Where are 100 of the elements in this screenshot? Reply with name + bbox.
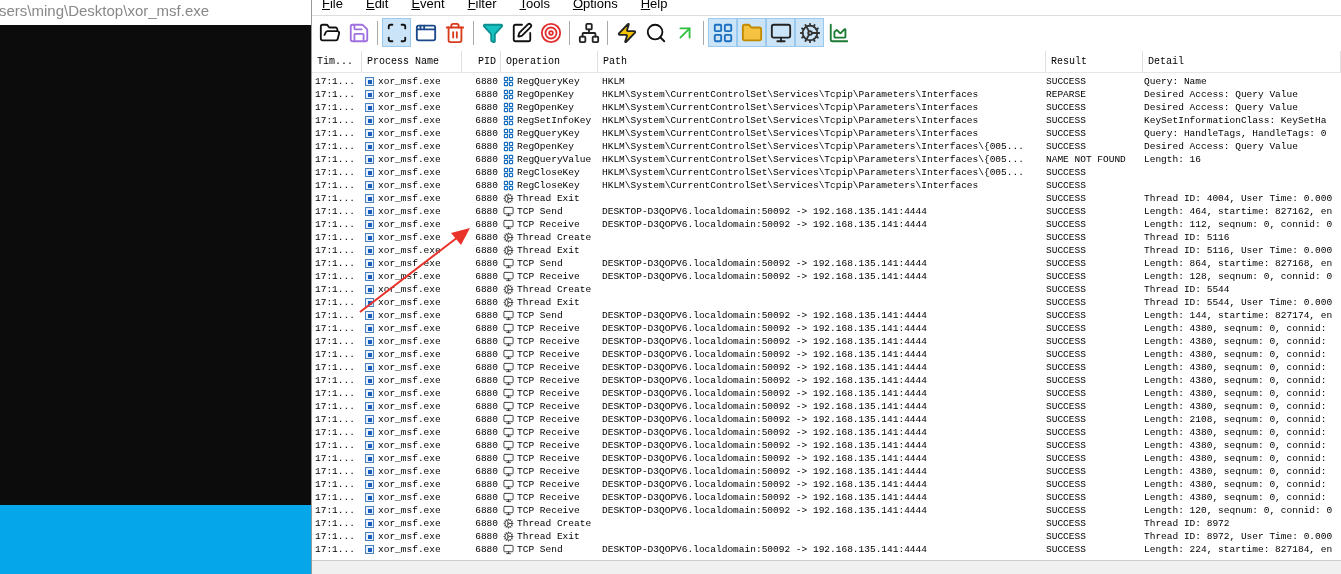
monitor-icon	[503, 414, 514, 425]
time-cell-text: 17:1...	[314, 426, 356, 439]
column-header[interactable]: Result	[1046, 51, 1143, 72]
result-cell: SUCCESS	[1046, 375, 1086, 386]
process-name-cell: xor_msf.exe	[378, 244, 441, 257]
process-name-cell: xor_msf.exe	[378, 413, 441, 426]
operation-cell: Thread Exit	[517, 530, 580, 543]
operation-cell: TCP Receive	[517, 465, 580, 478]
result-cell: SUCCESS	[1046, 453, 1086, 464]
pid-cell-text: 6880	[474, 478, 499, 491]
registry-icon	[503, 89, 514, 100]
operation-cell: TCP Receive	[517, 439, 580, 452]
path-cell: DESKTOP-D3QOPV6.localdomain:50092 -> 192.168.135.141:4444	[602, 440, 927, 451]
pid-cell-text: 6880	[474, 543, 499, 556]
process-name-cell: xor_msf.exe	[378, 426, 441, 439]
column-header[interactable]: Tim...	[312, 51, 362, 72]
time-cell-text: 17:1...	[314, 257, 356, 270]
time-cell-text: 17:1...	[314, 530, 356, 543]
detail-cell: Length: 4380, seqnum: 0, connid:	[1144, 323, 1327, 334]
detail-cell: Length: 120, seqnum: 0, connid: 0	[1144, 505, 1333, 516]
pid-cell-text: 6880	[474, 296, 499, 309]
operation-cell: TCP Receive	[517, 400, 580, 413]
detail-cell: Length: 4380, seqnum: 0, connid:	[1144, 362, 1327, 373]
process-name-cell: xor_msf.exe	[378, 205, 441, 218]
gears-icon	[503, 245, 514, 256]
column-header[interactable]: Path	[598, 51, 1046, 72]
monitor-icon	[503, 440, 514, 451]
gears-icon	[503, 284, 514, 295]
process-name-cell: xor_msf.exe	[378, 309, 441, 322]
process-name-cell: xor_msf.exe	[378, 543, 441, 556]
trash-icon	[443, 21, 466, 44]
pid-cell-text: 6880	[474, 387, 499, 400]
result-cell: SUCCESS	[1046, 362, 1086, 373]
operation-cell: TCP Send	[517, 257, 563, 270]
process-name-cell: xor_msf.exe	[378, 400, 441, 413]
time-cell-text: 17:1...	[314, 101, 356, 114]
operation-cell: RegCloseKey	[517, 166, 580, 179]
detail-cell: KeySetInformationClass: KeySetHa	[1144, 115, 1327, 126]
column-header[interactable]: PID	[462, 51, 501, 72]
toolbar-button[interactable]	[795, 18, 824, 47]
process-name-cell: xor_msf.exe	[378, 296, 441, 309]
column-header[interactable]: Process Name	[362, 51, 462, 72]
time-cell-text: 17:1...	[314, 478, 356, 491]
registry-icon	[503, 154, 514, 165]
column-header[interactable]: Operation	[501, 51, 598, 72]
result-cell: SUCCESS	[1046, 544, 1086, 555]
process-name-cell: xor_msf.exe	[378, 114, 441, 127]
pid-cell-text: 6880	[474, 244, 499, 257]
process-name-cell: xor_msf.exe	[378, 517, 441, 530]
gears-icon	[798, 21, 821, 44]
process-name-cell: xor_msf.exe	[378, 478, 441, 491]
toolbar-button[interactable]	[382, 18, 411, 47]
monitor-icon	[503, 401, 514, 412]
result-cell: SUCCESS	[1046, 180, 1086, 191]
pid-cell-text: 6880	[474, 335, 499, 348]
detail-cell: Length: 464, startime: 827162, en	[1144, 206, 1333, 217]
result-cell: SUCCESS	[1046, 440, 1086, 451]
process-name-cell: xor_msf.exe	[378, 88, 441, 101]
pid-cell-text: 6880	[474, 140, 499, 153]
result-cell: SUCCESS	[1046, 167, 1086, 178]
result-cell: SUCCESS	[1046, 232, 1086, 243]
result-cell: SUCCESS	[1046, 128, 1086, 139]
detail-cell: Length: 144, startime: 827174, en	[1144, 310, 1333, 321]
monitor-icon	[503, 453, 514, 464]
result-cell: SUCCESS	[1046, 466, 1086, 477]
toolbar-button[interactable]	[766, 18, 795, 47]
path-cell: DESKTOP-D3QOPV6.localdomain:50092 -> 192.168.135.141:4444	[602, 453, 927, 464]
process-name-cell: xor_msf.exe	[378, 75, 441, 88]
registry-icon	[503, 76, 514, 87]
path-cell: DESKTOP-D3QOPV6.localdomain:50092 -> 192.168.135.141:4444	[602, 466, 927, 477]
operation-cell: RegOpenKey	[517, 101, 574, 114]
monitor-icon	[503, 258, 514, 269]
time-cell-text: 17:1...	[314, 296, 356, 309]
operation-cell: RegQueryValue	[517, 153, 592, 166]
time-cell-text: 17:1...	[314, 309, 356, 322]
time-cell-text: 17:1...	[314, 192, 356, 205]
registry-icon	[503, 167, 514, 178]
detail-cell: Thread ID: 8972, User Time: 0.000	[1144, 531, 1333, 542]
operation-cell: RegSetInfoKey	[517, 114, 592, 127]
result-cell: SUCCESS	[1046, 258, 1086, 269]
time-cell-text: 17:1...	[314, 166, 356, 179]
pid-cell-text: 6880	[474, 218, 499, 231]
detail-cell: Thread ID: 5544	[1144, 284, 1230, 295]
column-header[interactable]: Detail	[1143, 51, 1341, 72]
process-name-cell: xor_msf.exe	[378, 127, 441, 140]
pid-cell-text: 6880	[474, 465, 499, 478]
process-name-cell: xor_msf.exe	[378, 387, 441, 400]
operation-cell: Thread Exit	[517, 192, 580, 205]
registry-icon	[503, 180, 514, 191]
pid-cell-text: 6880	[474, 270, 499, 283]
pid-cell-text: 6880	[474, 75, 499, 88]
path-cell: DESKTOP-D3QOPV6.localdomain:50092 -> 192.168.135.141:4444	[602, 310, 927, 321]
result-cell: SUCCESS	[1046, 206, 1086, 217]
result-cell: NAME NOT FOUND	[1046, 154, 1126, 165]
pid-cell-text: 6880	[474, 348, 499, 361]
operation-cell: TCP Receive	[517, 374, 580, 387]
process-name-cell: xor_msf.exe	[378, 530, 441, 543]
operation-cell: TCP Receive	[517, 335, 580, 348]
operation-cell: TCP Receive	[517, 413, 580, 426]
path-cell: HKLM\System\CurrentControlSet\Services\Tcpip\Parameters\Interfaces\{005...	[602, 167, 1024, 178]
